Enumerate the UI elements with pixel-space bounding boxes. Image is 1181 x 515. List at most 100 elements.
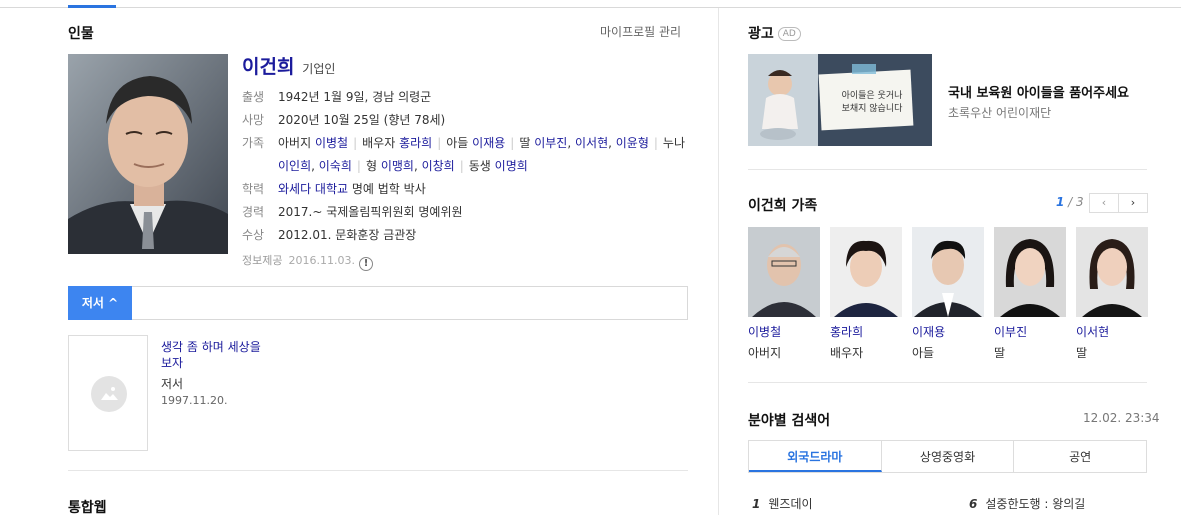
- family-link-sister[interactable]: 이인희: [278, 159, 311, 173]
- family-member-relation: 아들: [912, 346, 935, 360]
- relation-label: 동생: [468, 159, 491, 173]
- relation-label: 누나: [662, 136, 686, 150]
- relation-label: 아들: [446, 136, 469, 150]
- family-link-brother[interactable]: 이맹희: [381, 159, 414, 173]
- family-member-card[interactable]: 홍라희 배우자: [830, 227, 902, 361]
- info-label: 수상: [242, 228, 265, 242]
- info-label: 학력: [242, 182, 265, 196]
- rank-item[interactable]: 1 웬즈데이: [752, 495, 813, 512]
- family-member-name[interactable]: 이부진: [994, 323, 1066, 340]
- image-placeholder-icon: [91, 376, 127, 412]
- family-member-relation: 딸: [994, 346, 1006, 360]
- ad-section-title: 광고 AD: [748, 23, 801, 43]
- relation-label: 아버지: [278, 136, 312, 150]
- relation-label: 딸: [519, 136, 531, 150]
- ad-badge: AD: [777, 27, 801, 41]
- ad-sign-line: 보채지 않습니다: [841, 104, 903, 114]
- family-link-daughter[interactable]: 이부진: [534, 136, 567, 150]
- section-divider: [748, 382, 1147, 383]
- book-title-link[interactable]: 생각 좀 하며 세상을 보자: [161, 339, 271, 371]
- book-date: 1997.11.20.: [161, 394, 228, 407]
- family-member-relation: 아버지: [748, 346, 782, 360]
- info-value: 1942년 1월 9일, 경남 의령군: [278, 90, 432, 104]
- section-divider: [68, 470, 688, 471]
- ad-title[interactable]: 국내 보육원 아이들을 품어주세요: [948, 82, 1129, 101]
- ad-sponsor: 초록우산 어린이재단: [948, 106, 1052, 120]
- field-search-time: 12.02. 23:34: [1083, 411, 1160, 425]
- family-member-photo[interactable]: [748, 227, 820, 317]
- info-value: 와세다 대학교 명예 법학 박사: [278, 181, 426, 197]
- family-pager: 1 / 3: [1056, 195, 1084, 209]
- web-section-title: 통합웹: [68, 500, 107, 515]
- family-member-name[interactable]: 홍라희: [830, 323, 902, 340]
- info-label: 출생: [242, 90, 265, 104]
- person-job: 기업인: [302, 62, 336, 76]
- source-date: 2016.11.03.: [288, 254, 355, 267]
- top-divider: [0, 7, 1181, 8]
- family-line-2: 이인희, 이숙희 | 형 이맹희, 이창희 | 동생 이명희: [278, 159, 528, 173]
- relation-label: 형: [365, 159, 377, 173]
- family-panel-title: 이건희 가족: [748, 198, 818, 214]
- family-link-brother[interactable]: 이창희: [422, 159, 455, 173]
- family-member-card[interactable]: 이병철 아버지: [748, 227, 820, 361]
- next-page-button[interactable]: ›: [1118, 193, 1148, 213]
- report-error-icon[interactable]: !: [358, 257, 373, 271]
- ad-sign-text: 아이들은 웃거나 보채지 않습니다: [832, 90, 912, 116]
- book-type: 저서: [161, 377, 184, 391]
- family-link-daughter[interactable]: 이서현: [575, 136, 608, 150]
- info-label: 가족: [242, 136, 265, 150]
- family-member-photo[interactable]: [994, 227, 1066, 317]
- family-line-1: 아버지 이병철 | 배우자 홍라희 | 아들 이재용 | 딸 이부진, 이서현, 이윤형 | 누…: [278, 136, 686, 150]
- rank-text[interactable]: 설중한도행 : 왕의길: [985, 497, 1085, 511]
- tab-movies-now-showing[interactable]: 상영중영화: [882, 441, 1015, 472]
- info-value: 2012.01. 문화훈장 금관장: [278, 228, 417, 242]
- family-link-son[interactable]: 이재용: [472, 136, 505, 150]
- ad-image[interactable]: 아이들은 웃거나 보채지 않습니다: [748, 54, 932, 146]
- rank-number: 1: [752, 497, 761, 511]
- relation-label: 배우자: [362, 136, 396, 150]
- tab-works[interactable]: 저서 ^: [68, 286, 132, 320]
- family-link-daughter[interactable]: 이윤형: [616, 136, 649, 150]
- family-member-relation: 배우자: [830, 346, 864, 360]
- person-photo[interactable]: [68, 54, 228, 254]
- education-detail: 명예 법학 박사: [348, 182, 426, 196]
- works-tabbar: 저서 ^: [68, 286, 688, 320]
- family-member-photo[interactable]: [830, 227, 902, 317]
- family-member-name[interactable]: 이병철: [748, 323, 820, 340]
- family-member-name[interactable]: 이서현: [1076, 323, 1148, 340]
- tab-foreign-drama[interactable]: 외국드라마: [749, 441, 882, 472]
- person-name[interactable]: 이건희: [242, 56, 294, 78]
- tab-performances[interactable]: 공연: [1014, 441, 1146, 472]
- family-link-sister[interactable]: 이숙희: [319, 159, 352, 173]
- book-thumbnail[interactable]: [68, 335, 148, 451]
- ad-title-text: 광고: [748, 26, 774, 42]
- field-search-tabs: 외국드라마 상영중영화 공연: [748, 440, 1147, 473]
- column-divider: [718, 8, 719, 515]
- family-member-photo[interactable]: [1076, 227, 1148, 317]
- family-link-father[interactable]: 이병철: [315, 136, 348, 150]
- family-member-card[interactable]: 이부진 딸: [994, 227, 1066, 361]
- rank-number: 6: [969, 497, 978, 511]
- person-name-row: 이건희 기업인: [242, 52, 335, 79]
- info-label: 경력: [242, 205, 265, 219]
- family-member-photo[interactable]: [912, 227, 984, 317]
- rank-item[interactable]: 6 설중한도행 : 왕의길: [969, 495, 1085, 512]
- source-label: 정보제공: [242, 254, 283, 267]
- family-link-younger[interactable]: 이명희: [495, 159, 528, 173]
- my-profile-manage-link[interactable]: 마이프로필 관리: [600, 23, 681, 40]
- info-label: 사망: [242, 113, 265, 127]
- rank-text[interactable]: 웬즈데이: [768, 497, 812, 511]
- prev-page-button[interactable]: ‹: [1089, 193, 1119, 213]
- section-divider: [748, 169, 1147, 170]
- family-member-name[interactable]: 이재용: [912, 323, 984, 340]
- pager-total: / 3: [1064, 195, 1084, 209]
- family-member-card[interactable]: 이서현 딸: [1076, 227, 1148, 361]
- school-link[interactable]: 와세다 대학교: [278, 182, 348, 196]
- ad-sign-line: 아이들은 웃거나: [841, 91, 903, 101]
- person-section-title: 인물: [68, 26, 94, 42]
- family-link-spouse[interactable]: 홍라희: [399, 136, 432, 150]
- info-value: 2017.~ 국제올림픽위원회 명예위원: [278, 205, 463, 219]
- info-value: 2020년 10월 25일 (향년 78세): [278, 113, 446, 127]
- family-member-relation: 딸: [1076, 346, 1088, 360]
- family-member-card[interactable]: 이재용 아들: [912, 227, 984, 361]
